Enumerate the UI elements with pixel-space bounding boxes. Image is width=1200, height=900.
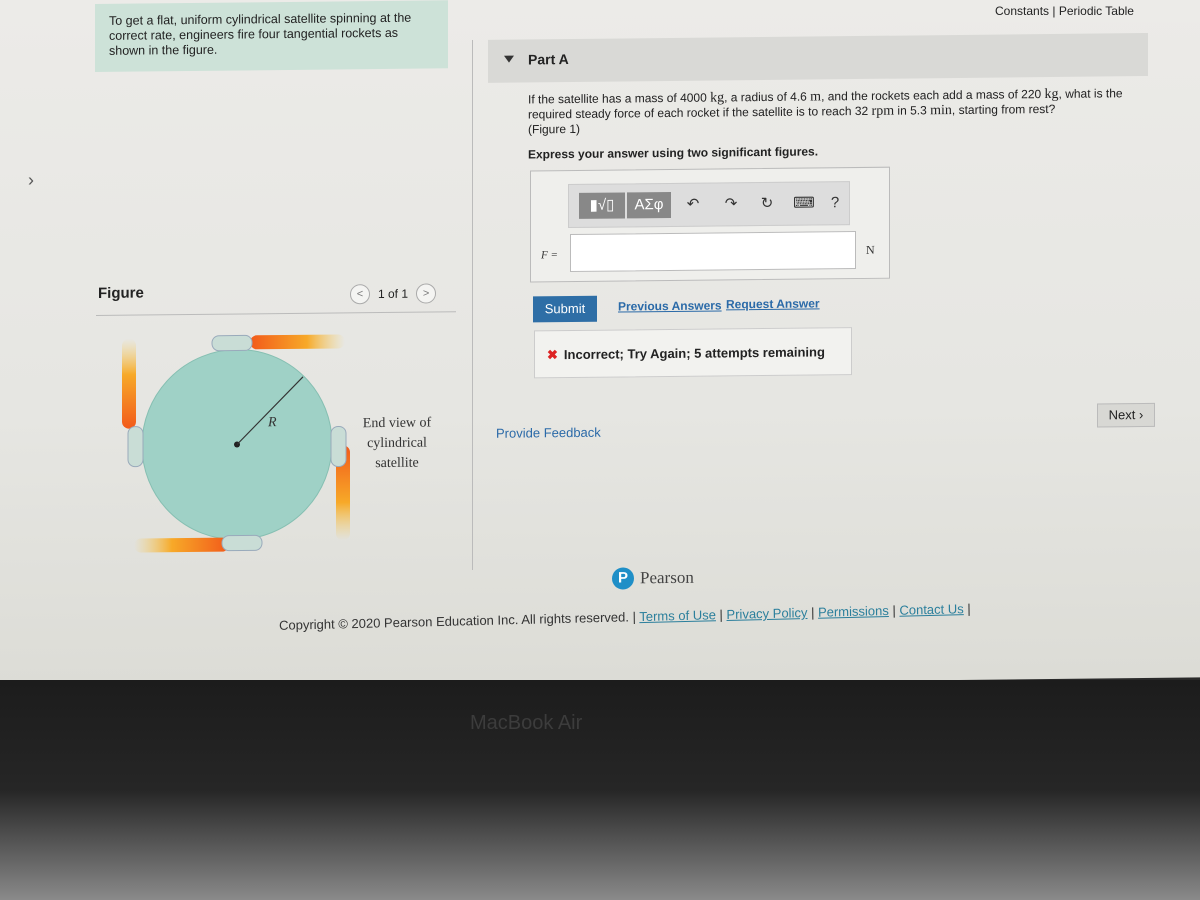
figure-link[interactable]: (Figure 1) [528, 122, 580, 137]
rocket-flame-bottom [134, 537, 229, 553]
answer-label: F = [541, 249, 558, 262]
answer-unit: N [866, 242, 875, 257]
rocket-bottom [221, 534, 263, 552]
constants-periodic-table-links[interactable]: Constants | Periodic Table [995, 4, 1134, 18]
footer: Copyright © 2020 Pearson Education Inc. … [278, 601, 971, 633]
submit-button[interactable]: Submit [533, 295, 597, 323]
feedback-message: ✖ Incorrect; Try Again; 5 attempts remain… [534, 327, 852, 379]
keyboard-icon[interactable]: ⌨ [791, 190, 817, 216]
part-title: Part A [528, 51, 569, 68]
figure-divider [96, 311, 456, 316]
rocket-left [127, 426, 144, 468]
math-toolbar: ▮√▯ ΑΣφ ↶ ↷ ↻ ⌨ ? [568, 181, 850, 229]
next-button[interactable]: Next › [1097, 402, 1155, 428]
previous-answers-link[interactable]: Previous Answers [618, 298, 722, 313]
symbols-button[interactable]: ΑΣφ [627, 191, 671, 219]
request-answer-link[interactable]: Request Answer [726, 296, 820, 311]
figure-caption: End view of cylindrical satellite [362, 415, 432, 472]
problem-intro: To get a flat, uniform cylindrical satel… [95, 0, 448, 73]
privacy-link[interactable]: Privacy Policy [726, 605, 807, 622]
terms-link[interactable]: Terms of Use [639, 607, 716, 624]
collapse-triangle-icon[interactable] [504, 55, 514, 63]
undo-icon[interactable]: ↶ [681, 192, 705, 218]
provide-feedback-link[interactable]: Provide Feedback [496, 425, 601, 441]
radius-label: R [267, 415, 277, 430]
templates-button[interactable]: ▮√▯ [579, 192, 625, 219]
next-figure-button[interactable]: > [416, 283, 437, 304]
pearson-logo: P Pearson [612, 567, 694, 590]
reset-icon[interactable]: ↻ [755, 191, 779, 217]
rocket-flame-left [122, 338, 136, 429]
instruction: Express your answer using two significan… [528, 144, 819, 162]
redo-icon[interactable]: ↷ [719, 191, 743, 217]
figure-pager: < 1 of 1 > [350, 283, 437, 305]
answer-input[interactable] [570, 231, 856, 273]
rocket-flame-top [250, 334, 345, 350]
contact-link[interactable]: Contact Us [899, 601, 964, 618]
browser-screen: › To get a flat, uniform cylindrical sat… [0, 0, 1200, 691]
device-label: MacBook Air [470, 712, 583, 734]
question-text: If the satellite has a mass of 4000 kg, … [528, 86, 1123, 137]
chevron-right-icon[interactable]: › [28, 170, 34, 191]
part-a-header[interactable]: Part A [488, 32, 1148, 83]
figure-label: Figure [98, 284, 144, 302]
help-icon[interactable]: ? [825, 190, 845, 216]
prev-figure-button[interactable]: < [350, 284, 370, 305]
satellite-figure: R [122, 334, 350, 553]
x-icon: ✖ [547, 347, 558, 363]
laptop-bezel [0, 680, 1200, 900]
panel-divider [472, 40, 473, 571]
rocket-right [330, 425, 347, 467]
rocket-top [211, 334, 253, 352]
permissions-link[interactable]: Permissions [818, 603, 889, 620]
